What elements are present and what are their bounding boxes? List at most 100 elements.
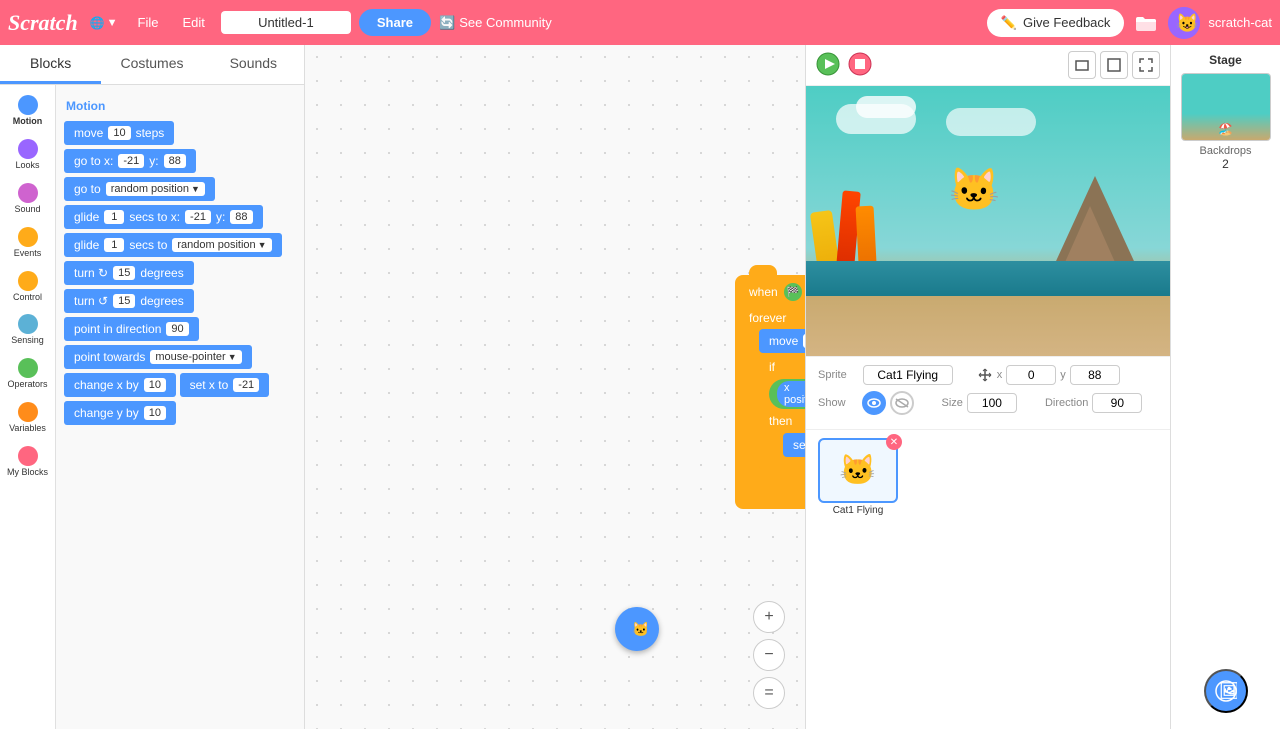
green-flag-button[interactable] [816,52,840,79]
top-navigation: Scratch 🌐 ▼ File Edit Share 🔄 See Commun… [0,0,1280,45]
forever-body: move 4 steps if x position > 260 [759,329,805,473]
flag-icon: 🏁 [784,283,802,301]
direction-input[interactable] [1092,393,1142,413]
sprite-info-row-1: Sprite x y [818,365,1158,385]
sidebar-item-myblocks[interactable]: My Blocks [0,440,55,484]
events-label: Events [14,249,42,259]
looks-label: Looks [15,161,39,171]
block-go-to-xy[interactable]: go to x: -21 y: 88 [64,149,196,173]
sprite-delete-button[interactable]: ✕ [886,434,902,450]
block-go-to-random[interactable]: go to random position ▼ [64,177,215,201]
sidebar-item-sound[interactable]: Sound [0,177,55,221]
fullscreen-button[interactable] [1132,51,1160,79]
water [806,261,1170,296]
add-backdrop-button[interactable]: 🖼 [1204,669,1248,713]
sidebar-item-variables[interactable]: Variables [0,396,55,440]
svg-text:🐱: 🐱 [632,621,647,637]
arrows-icon [977,367,993,383]
zoom-in-button[interactable]: + [753,601,785,633]
sidebar-item-operators[interactable]: Operators [0,352,55,396]
backdrops-count: 2 [1222,157,1229,171]
show-buttons [862,391,914,415]
avatar[interactable]: 😺 [1168,7,1200,39]
see-community-button[interactable]: 🔄 See Community [439,15,552,31]
stage-canvas[interactable]: 🐱 [806,86,1170,356]
project-title-input[interactable] [221,11,351,34]
folder-icon[interactable] [1132,9,1160,37]
block-turn-cw[interactable]: turn ↻ 15 degrees [64,261,194,285]
zoom-controls: + − = [753,601,785,709]
add-sprite-icon: 🐱 [627,619,647,639]
editor-tabs: Blocks Costumes Sounds [0,45,304,85]
myblocks-dot [18,446,38,466]
globe-icon: 🌐 [90,16,105,30]
zoom-out-button[interactable]: − [753,639,785,671]
size-input[interactable] [967,393,1017,413]
sound-dot [18,183,38,203]
language-selector[interactable]: 🌐 ▼ [86,16,122,30]
block-point-towards[interactable]: point towards mouse-pointer ▼ [64,345,252,369]
block-turn-ccw[interactable]: turn ↺ 15 degrees [64,289,194,313]
y-input[interactable] [1070,365,1120,385]
tab-blocks[interactable]: Blocks [0,45,101,84]
block-point-direction[interactable]: point in direction 90 [64,317,199,341]
add-sprite-area: 🐱 [615,607,659,651]
stage-controls [806,45,1170,86]
sprite-thumbnail[interactable]: 🐱 [818,438,898,503]
sidebar-item-control[interactable]: Control [0,265,55,309]
code-block-forever[interactable]: forever move 4 steps if [735,307,805,501]
sprite-name-label: Cat1 Flying [818,505,898,516]
backdrops-label: Backdrops [1200,145,1252,157]
size-row: Size [942,393,1017,413]
block-change-x[interactable]: change x by 10 [64,373,176,397]
edit-menu[interactable]: Edit [174,15,212,30]
sprite-label: Sprite [818,369,847,381]
left-panel: Blocks Costumes Sounds Motion Looks Soun… [0,45,305,729]
block-glide-random[interactable]: glide 1 secs to random position ▼ [64,233,282,257]
condition-oval[interactable]: x position > 260 [769,379,805,409]
zoom-reset-button[interactable]: = [753,677,785,709]
sidebar-item-looks[interactable]: Looks [0,133,55,177]
normal-stage-button[interactable] [1100,51,1128,79]
tab-sounds[interactable]: Sounds [203,45,304,84]
sidebar-item-sensing[interactable]: Sensing [0,308,55,352]
block-set-x[interactable]: set x to -21 [180,373,270,397]
cat-sprite[interactable]: 🐱 [948,166,1000,215]
username-label[interactable]: scratch-cat [1208,15,1272,30]
block-glide-xy[interactable]: glide 1 secs to x: -21 y: 88 [64,205,263,229]
variables-label: Variables [9,424,46,434]
tab-costumes[interactable]: Costumes [101,45,202,84]
events-dot [18,227,38,247]
give-feedback-button[interactable]: ✏️ Give Feedback [987,9,1125,37]
move-steps-input[interactable]: 4 [803,334,805,348]
sprite-name-input[interactable] [863,365,953,385]
code-if-block[interactable]: if x position > 260 then [759,355,805,469]
code-set-x-block[interactable]: set x to -180 [783,433,805,457]
code-block-hat[interactable]: when 🏁 clicked [735,275,805,307]
control-label: Control [13,293,42,303]
scratch-logo[interactable]: Scratch [8,10,78,36]
sidebar-item-events[interactable]: Events [0,221,55,265]
sprite-thumb-cat1[interactable]: 🐱 ✕ Cat1 Flying [818,438,898,516]
add-sprite-button[interactable]: 🐱 [615,607,659,651]
x-input[interactable] [1006,365,1056,385]
if-body: set x to -180 [783,433,805,461]
control-dot [18,271,38,291]
code-stack[interactable]: when 🏁 clicked forever move 4 steps [735,275,805,509]
code-move-block[interactable]: move 4 steps [759,329,805,353]
file-menu[interactable]: File [130,15,167,30]
coding-area[interactable]: when 🏁 clicked forever move 4 steps [305,45,805,729]
show-hidden-button[interactable] [890,391,914,415]
svg-text:😺: 😺 [1176,13,1198,33]
cloud-2 [856,96,916,118]
block-move-steps[interactable]: move 10 steps [64,121,174,145]
show-visible-button[interactable] [862,391,886,415]
share-button[interactable]: Share [359,9,431,36]
small-stage-button[interactable] [1068,51,1096,79]
block-change-y[interactable]: change y by 10 [64,401,176,425]
stop-button[interactable] [848,52,872,79]
stage-main: 🐱 Sprite [806,45,1170,729]
stage-thumbnail[interactable]: 🏖️ [1181,73,1271,141]
stage-area: 🐱 Sprite [806,45,1280,729]
sidebar-item-motion[interactable]: Motion [0,89,55,133]
